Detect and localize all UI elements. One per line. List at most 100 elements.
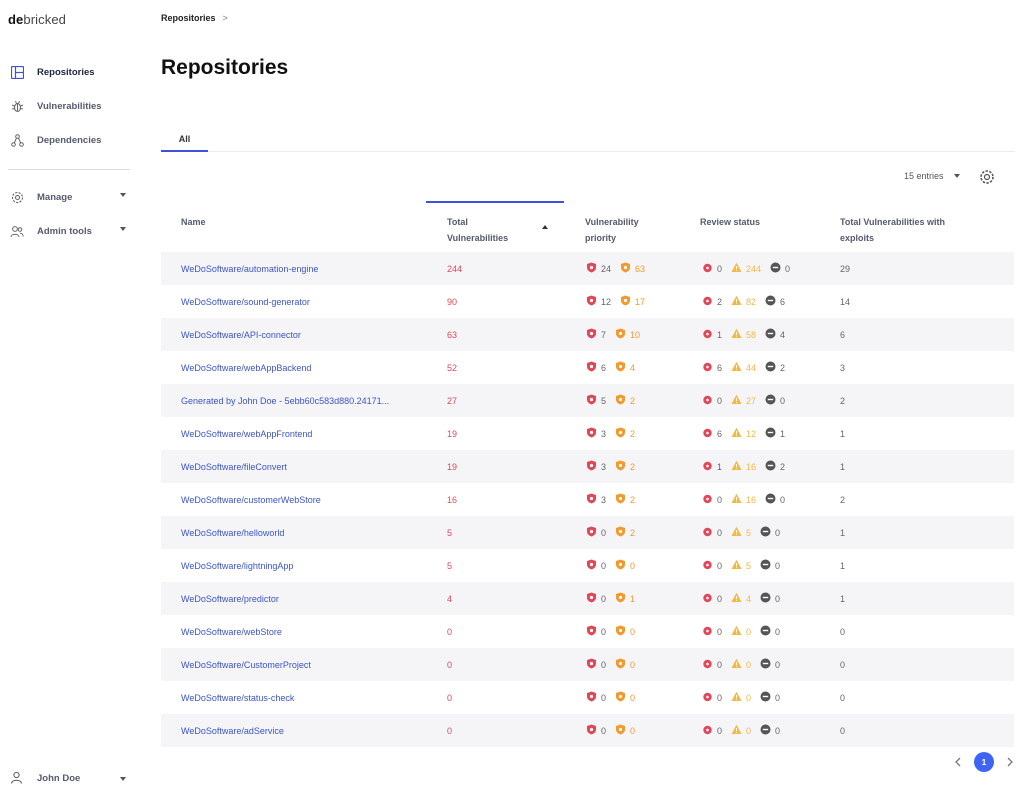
chevron-right-icon [1007, 757, 1013, 767]
repository-link[interactable]: WeDoSoftware/lightningApp [181, 549, 293, 582]
high-shield-icon [620, 295, 631, 308]
high-shield-icon [615, 592, 626, 605]
high-count: 4 [630, 362, 636, 373]
column-header-total-vulnerabilities[interactable]: Total Vulnerabilities [447, 214, 508, 246]
repository-link[interactable]: WeDoSoftware/webAppFrontend [181, 417, 312, 450]
warning-count: 58 [746, 329, 757, 340]
column-header-exploits[interactable]: Total Vulnerabilities with exploits [840, 214, 945, 246]
next-page-button[interactable] [1003, 755, 1017, 769]
table-row[interactable]: WeDoSoftware/fileConvert 19 3 2 1 16 2 1 [161, 450, 1014, 483]
chevron-down-icon [120, 227, 126, 231]
total-vulnerabilities-value: 5 [447, 560, 453, 571]
total-vulnerabilities-value: 16 [447, 494, 458, 505]
user-menu[interactable]: John Doe [10, 771, 130, 785]
repository-link[interactable]: WeDoSoftware/adService [181, 714, 284, 747]
table-settings-button[interactable] [979, 169, 995, 185]
repository-link[interactable]: WeDoSoftware/customerWebStore [181, 483, 321, 516]
reviewed-status: 0 [760, 625, 780, 638]
column-header-vulnerability-priority[interactable]: Vulnerability priority [585, 214, 639, 246]
reviewed-count: 0 [775, 626, 781, 637]
table-row[interactable]: WeDoSoftware/lightningApp 5 0 0 0 5 0 1 [161, 549, 1014, 582]
chevron-down-icon [953, 174, 960, 178]
high-priority: 0 [615, 724, 635, 737]
unreviewed-count: 0 [717, 692, 723, 703]
sidebar-item-vulnerabilities[interactable]: Vulnerabilities [10, 96, 130, 116]
breadcrumb: Repositories > [161, 13, 228, 23]
bug-status-icon [702, 328, 713, 341]
table-row[interactable]: WeDoSoftware/webAppFrontend 19 3 2 6 12 1 1 [161, 417, 1014, 450]
sidebar-item-label: Dependencies [37, 134, 102, 146]
total-vulnerabilities-value: 19 [447, 428, 458, 439]
minus-circle-icon [760, 526, 771, 539]
table-row[interactable]: Generated by John Doe - 5ebb60c583d880.2… [161, 384, 1014, 417]
bug-status-icon [702, 526, 713, 539]
entries-select[interactable]: 15 entries [904, 171, 960, 181]
vulnerability-priority-cell: 7 10 [586, 318, 649, 351]
minus-circle-icon [760, 559, 771, 572]
high-count: 2 [630, 494, 636, 505]
review-status-cell: 0 5 0 [702, 516, 789, 549]
table-row[interactable]: WeDoSoftware/predictor 4 0 1 0 4 0 1 [161, 582, 1014, 615]
page-number-button[interactable]: 1 [974, 752, 994, 772]
minus-circle-icon [765, 427, 776, 440]
column-header-name[interactable]: Name [181, 214, 206, 230]
gear-icon [980, 170, 994, 184]
table-row[interactable]: WeDoSoftware/customerWebStore 16 3 2 0 16 0 2 [161, 483, 1014, 516]
vulnerability-priority-cell: 32 [586, 417, 644, 450]
tab-all[interactable]: All [161, 130, 208, 152]
minus-circle-icon [765, 460, 776, 473]
repository-link[interactable]: WeDoSoftware/webAppBackend [181, 351, 311, 384]
reviewed-status: 0 [765, 394, 785, 407]
table-row[interactable]: WeDoSoftware/CustomerProject 0 0 0 0 0 0 0 [161, 648, 1014, 681]
warning-icon [731, 262, 742, 275]
logo[interactable]: debricked [8, 12, 66, 27]
critical-shield-icon [586, 460, 597, 473]
vulnerability-priority-cell: 00 [586, 615, 644, 648]
sidebar-item-repositories[interactable]: Repositories [10, 62, 130, 82]
vulnerability-priority-cell: 00 [586, 549, 644, 582]
reviewed-status: 0 [760, 724, 780, 737]
table-row[interactable]: WeDoSoftware/status-check 0 0 0 0 0 0 0 [161, 681, 1014, 714]
high-shield-icon [615, 559, 626, 572]
unreviewed-count: 0 [717, 395, 723, 406]
previous-page-button[interactable] [951, 755, 965, 769]
table-row[interactable]: WeDoSoftware/webStore 0 0 0 0 0 0 0 [161, 615, 1014, 648]
repository-link[interactable]: WeDoSoftware/webStore [181, 615, 282, 648]
reviewed-status: 0 [760, 658, 780, 671]
unreviewed-count: 1 [717, 329, 723, 340]
vulnerability-priority-cell: 00 [586, 681, 644, 714]
table-row[interactable]: WeDoSoftware/webAppBackend 52 6 4 6 44 2 3 [161, 351, 1014, 384]
sidebar-item-manage[interactable]: Manage [10, 187, 130, 207]
repository-link[interactable]: WeDoSoftware/automation-engine [181, 252, 318, 285]
chevron-down-icon [120, 777, 126, 781]
critical-priority: 0 [586, 592, 606, 605]
unreviewed-status: 0 [702, 625, 722, 638]
reviewed-status: 2 [765, 460, 785, 473]
minus-circle-icon [760, 691, 771, 704]
table-row[interactable]: WeDoSoftware/helloworld 5 0 2 0 5 0 1 [161, 516, 1014, 549]
table-row[interactable]: WeDoSoftware/API-connector 63 7 10 1 58 4 6 [161, 318, 1014, 351]
sidebar-item-admin-tools[interactable]: Admin tools [10, 221, 130, 241]
repository-link[interactable]: WeDoSoftware/CustomerProject [181, 648, 311, 681]
table-row[interactable]: WeDoSoftware/adService 0 0 0 0 0 0 0 [161, 714, 1014, 747]
repository-link[interactable]: WeDoSoftware/status-check [181, 681, 294, 714]
repository-link[interactable]: WeDoSoftware/fileConvert [181, 450, 287, 483]
minus-circle-icon [770, 262, 781, 275]
repository-link[interactable]: WeDoSoftware/predictor [181, 582, 279, 615]
critical-priority: 6 [586, 361, 606, 374]
repository-link[interactable]: WeDoSoftware/sound-generator [181, 285, 310, 318]
column-header-review-status[interactable]: Review status [700, 214, 760, 230]
repository-link[interactable]: WeDoSoftware/API-connector [181, 318, 301, 351]
high-count: 17 [635, 296, 646, 307]
repository-link[interactable]: WeDoSoftware/helloworld [181, 516, 284, 549]
breadcrumb-item-repositories[interactable]: Repositories [161, 13, 216, 23]
table-row[interactable]: WeDoSoftware/automation-engine 244 24 63 0 24… [161, 252, 1014, 285]
repository-link[interactable]: Generated by John Doe - 5ebb60c583d880.2… [181, 384, 389, 417]
review-status-cell: 6 44 2 [702, 351, 794, 384]
total-vulnerabilities-value: 19 [447, 461, 458, 472]
minus-circle-icon [765, 361, 776, 374]
reviewed-status: 0 [765, 493, 785, 506]
table-row[interactable]: WeDoSoftware/sound-generator 90 12 17 2 82 6 14 [161, 285, 1014, 318]
sidebar-item-dependencies[interactable]: Dependencies [10, 130, 130, 150]
high-shield-icon [615, 493, 626, 506]
